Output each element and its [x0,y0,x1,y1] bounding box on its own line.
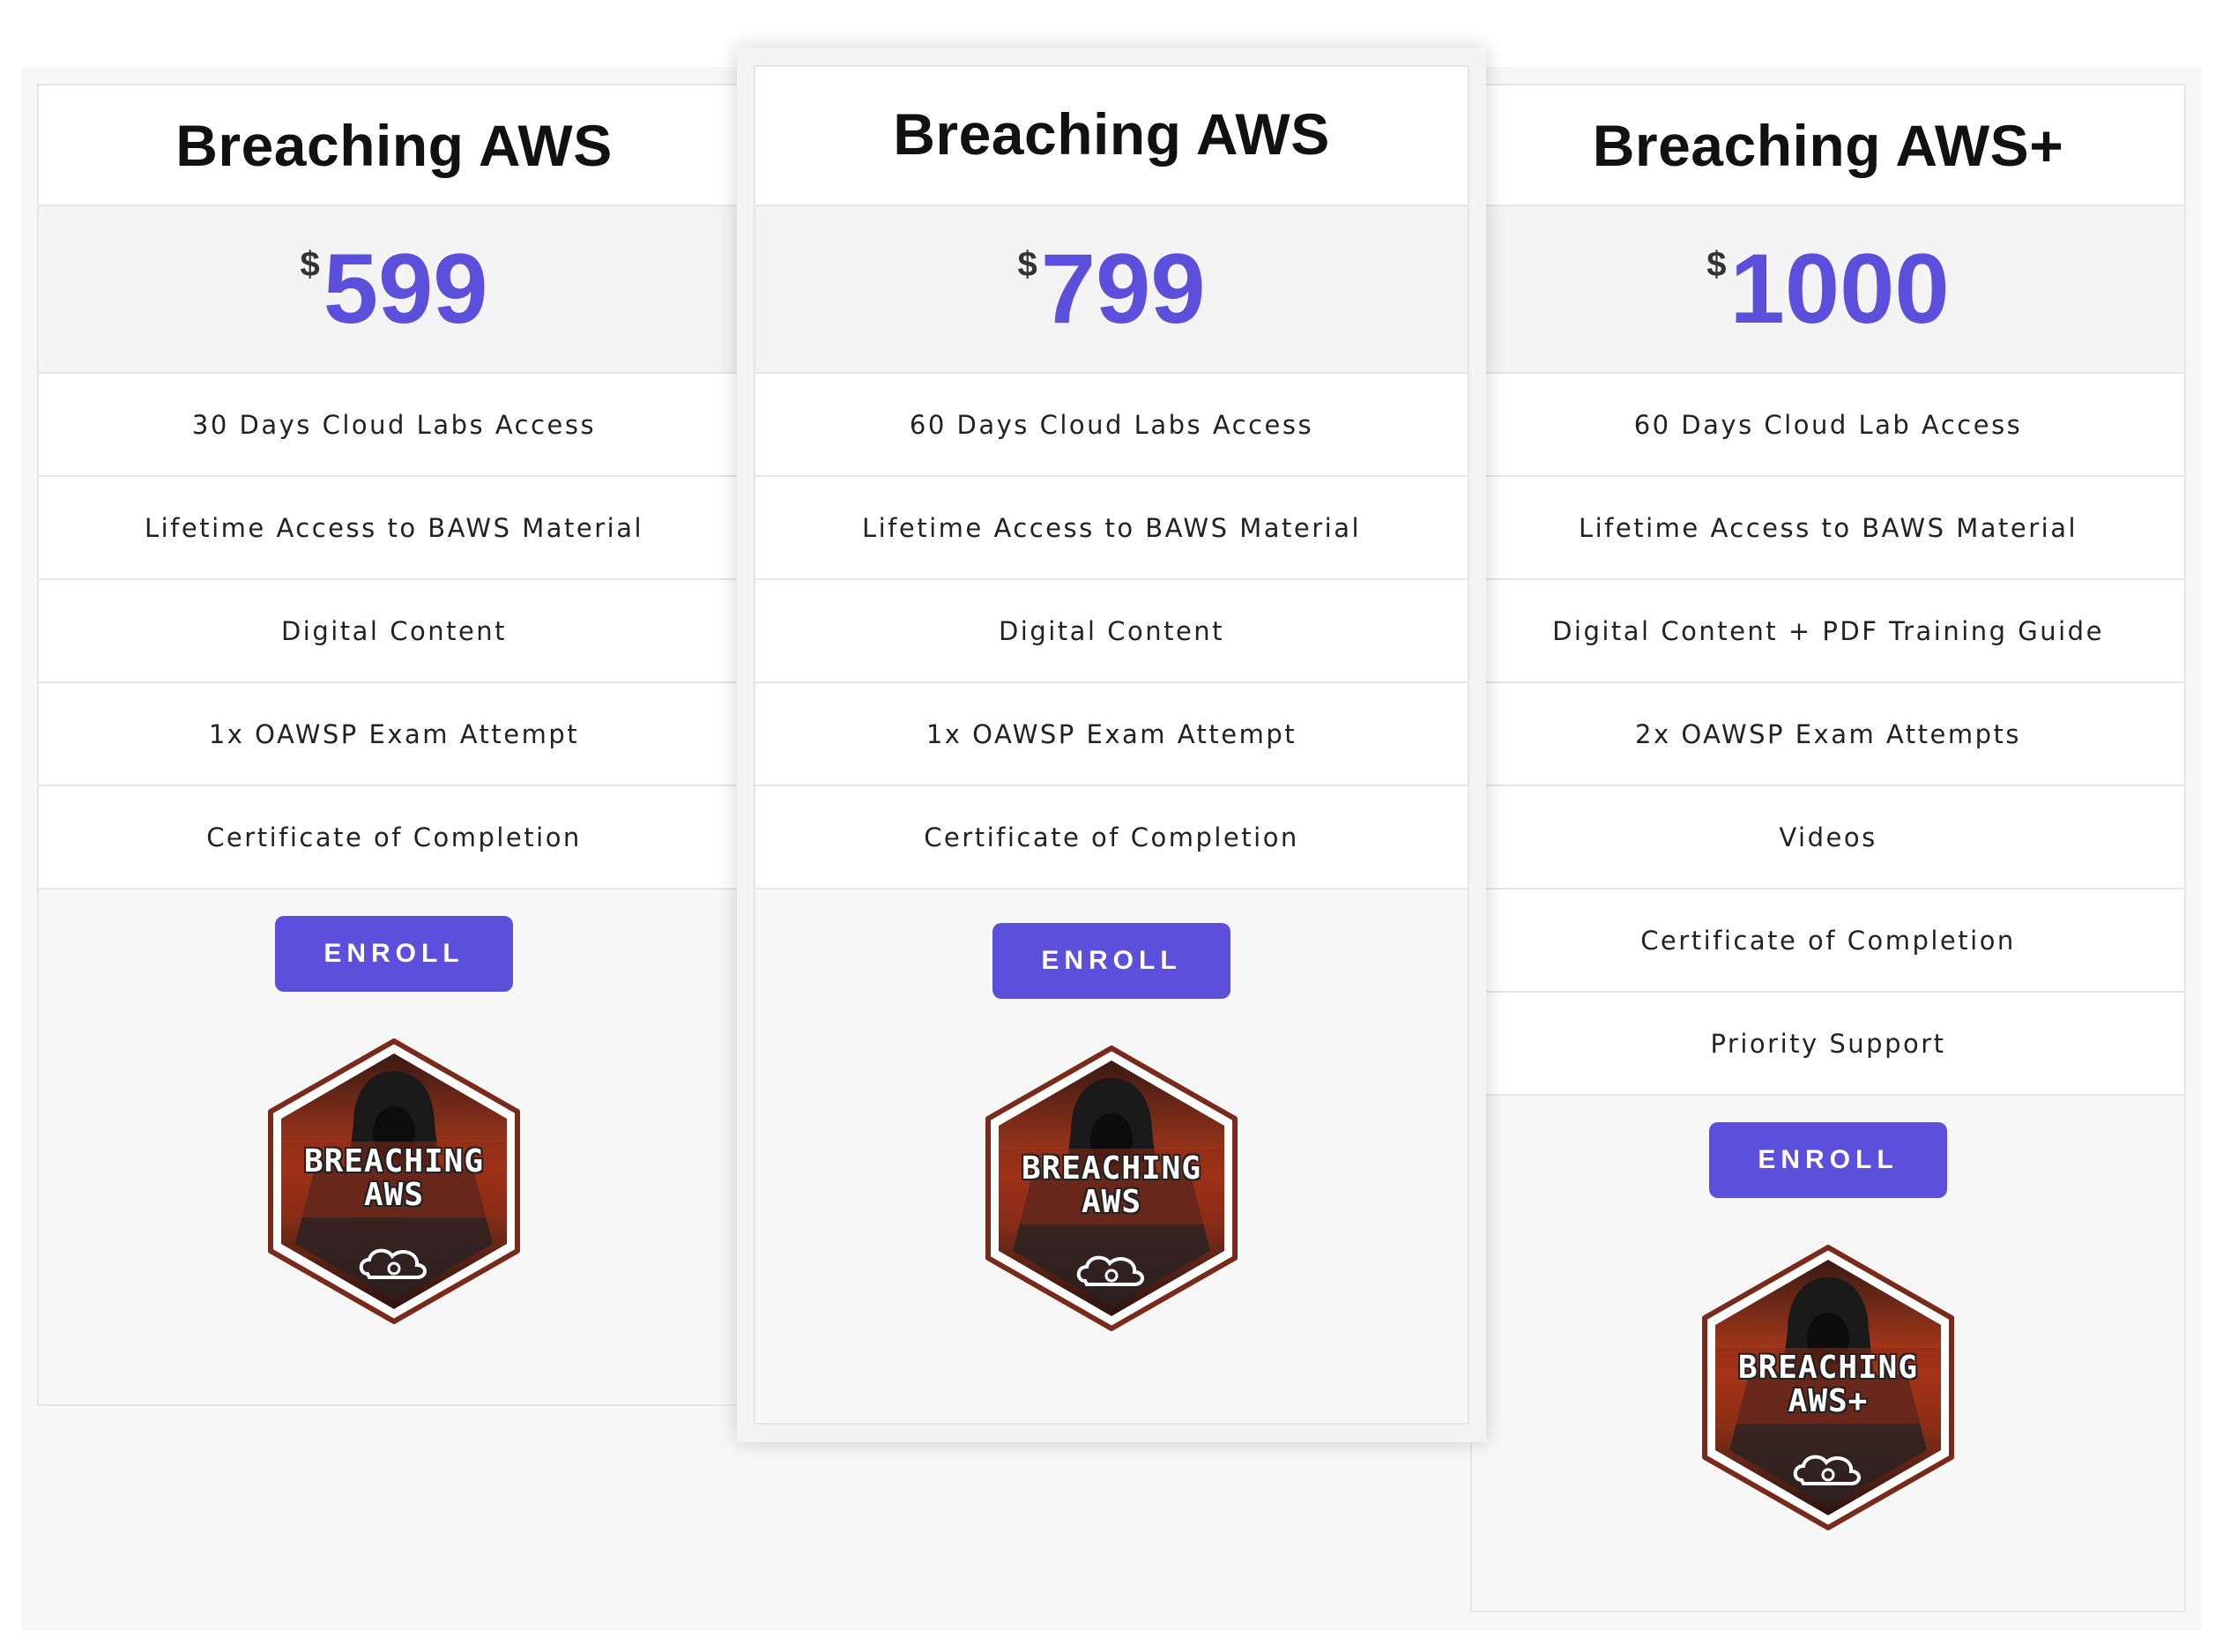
badge-label: BREACHING AWS [262,1145,526,1212]
feature-item: Videos [1472,786,2184,889]
pricing-card-plus: Breaching AWS+ $ 1000 60 Days Cloud Lab … [1470,84,2186,1612]
feature-item: Lifetime Access to BAWS Material [755,477,1468,580]
badge-line-2: AWS [1081,1183,1142,1220]
plan-footer: ENROLL [755,889,1468,1423]
feature-item: 1x OAWSP Exam Attempt [39,683,749,786]
badge-line-1: BREACHING [1021,1150,1202,1187]
pricing-card-basic: Breaching AWS $ 599 30 Days Cloud Labs A… [37,84,751,1406]
breaching-aws-badge: BREACHING AWS [262,1036,526,1327]
price-amount: 1000 [1729,234,1950,344]
plan-header: Breaching AWS [755,67,1468,206]
feature-item: Lifetime Access to BAWS Material [39,477,749,580]
plan-header: Breaching AWS [39,86,749,206]
enroll-button[interactable]: ENROLL [275,916,513,992]
feature-item: 60 Days Cloud Lab Access [1472,374,2184,477]
feature-item: Digital Content [755,580,1468,683]
feature-item: Certificate of Completion [39,786,749,889]
pricing-card-featured: Breaching AWS $ 799 60 Days Cloud Labs A… [754,65,1469,1425]
feature-item: 1x OAWSP Exam Attempt [755,683,1468,786]
enroll-button[interactable]: ENROLL [993,923,1230,999]
feature-item: 30 Days Cloud Labs Access [39,374,749,477]
plan-footer: ENROLL [39,889,749,1404]
plan-footer: ENROLL [1472,1096,2184,1611]
plan-price: $ 599 [39,206,749,374]
feature-item: Lifetime Access to BAWS Material [1472,477,2184,580]
feature-item: 60 Days Cloud Labs Access [755,374,1468,477]
badge-line-2: AWS [363,1176,425,1213]
badge-line-2: AWS+ [1788,1382,1869,1419]
feature-list: 30 Days Cloud Labs Access Lifetime Acces… [39,374,749,889]
plan-title: Breaching AWS+ [1592,112,2064,178]
plan-price: $ 799 [755,206,1468,374]
badge-line-1: BREACHING [303,1143,485,1179]
feature-item: Priority Support [1472,993,2184,1096]
currency-symbol: $ [1017,245,1037,284]
currency-symbol: $ [300,245,320,284]
feature-list: 60 Days Cloud Labs Access Lifetime Acces… [755,374,1468,889]
price-amount: 799 [1040,234,1206,344]
badge-label: BREACHING AWS [979,1152,1244,1219]
badge-label: BREACHING AWS+ [1696,1351,1960,1418]
plan-price: $ 1000 [1472,206,2184,374]
currency-symbol: $ [1706,245,1727,284]
breaching-aws-badge: BREACHING AWS [979,1043,1244,1334]
breaching-aws-plus-badge: BREACHING AWS+ [1696,1242,1960,1533]
badge-line-1: BREACHING [1737,1350,1919,1386]
plan-title: Breaching AWS [893,101,1330,167]
price-amount: 599 [323,234,488,344]
plan-header: Breaching AWS+ [1472,86,2184,206]
feature-item: Digital Content [39,580,749,683]
feature-item: Digital Content + PDF Training Guide [1472,580,2184,683]
feature-list: 60 Days Cloud Lab Access Lifetime Access… [1472,374,2184,1096]
plan-title: Breaching AWS [175,112,613,178]
feature-item: Certificate of Completion [1472,889,2184,993]
enroll-button[interactable]: ENROLL [1709,1122,1947,1198]
feature-item: Certificate of Completion [755,786,1468,889]
feature-item: 2x OAWSP Exam Attempts [1472,683,2184,786]
